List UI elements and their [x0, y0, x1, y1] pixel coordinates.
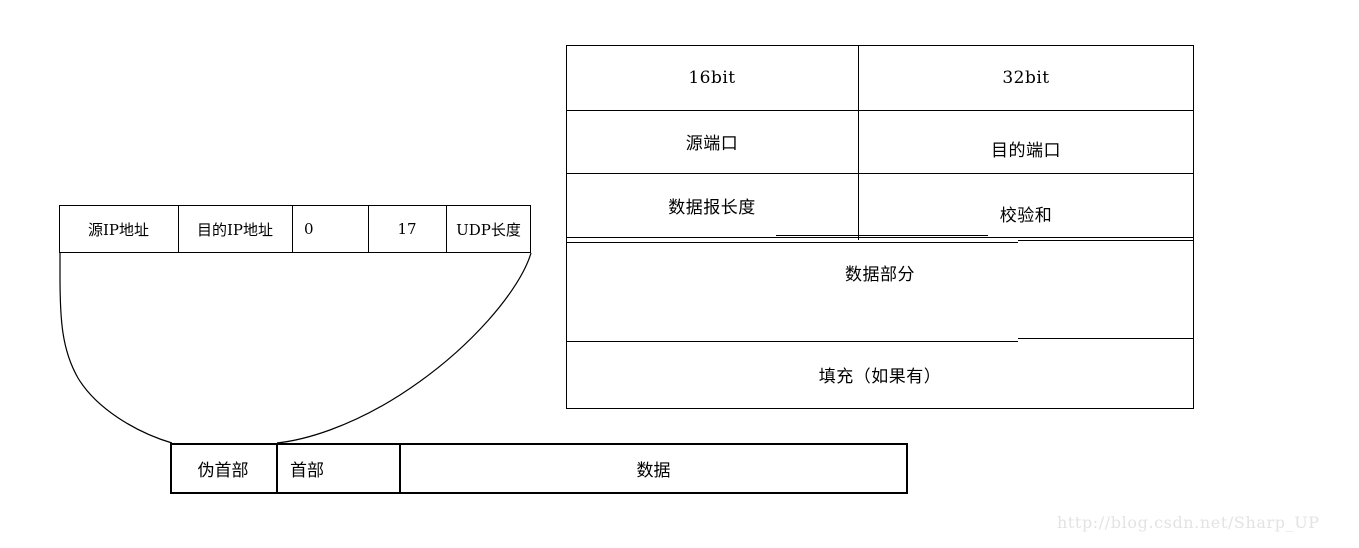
pseudo-cell-protocol: 17: [397, 220, 417, 238]
bar-cell-pseudo-header: 伪首部: [197, 460, 249, 481]
field-padding: 填充（如果有）: [818, 367, 942, 387]
pseudo-cell-source-ip: 源IP地址: [87, 220, 150, 239]
connector-left-curve: [59, 253, 173, 444]
bar-cell-data: 数据: [636, 460, 671, 481]
field-data-section: 数据部分: [845, 264, 915, 285]
packet-layout-bar: 伪首部 首部 数据: [170, 443, 908, 494]
field-datagram-length: 数据报长度: [668, 197, 756, 218]
udp-structure-diagram: 16bit 32bit 源端口 目的端口 数据报长度 校验和 数据部分 填充（如…: [0, 0, 1359, 548]
connector-right-curve: [276, 252, 532, 444]
field-destination-port: 目的端口: [991, 141, 1061, 161]
bit-header-right: 32bit: [1002, 67, 1050, 88]
watermark-text: http://blog.csdn.net/Sharp_UP: [1057, 513, 1320, 532]
table-rule-3a: [566, 237, 858, 238]
table-border-bottom: [566, 408, 1194, 409]
bar-cell-header: 首部: [290, 460, 324, 481]
pseudo-header-strip: 源IP地址 目的IP地址 0 17 UDP长度: [59, 205, 531, 253]
field-source-port: 源端口: [685, 134, 739, 154]
bit-header-left: 16bit: [688, 67, 736, 88]
pseudo-cell-destination-ip: 目的IP地址: [196, 220, 274, 239]
table-rule-4b: [1018, 338, 1194, 339]
field-checksum: 校验和: [999, 205, 1053, 226]
pseudo-cell-udp-length: UDP长度: [456, 220, 521, 239]
udp-datagram-table: 16bit 32bit 源端口 目的端口 数据报长度 校验和 数据部分 填充（如…: [566, 45, 1194, 409]
pseudo-cell-zero: 0: [304, 220, 314, 238]
